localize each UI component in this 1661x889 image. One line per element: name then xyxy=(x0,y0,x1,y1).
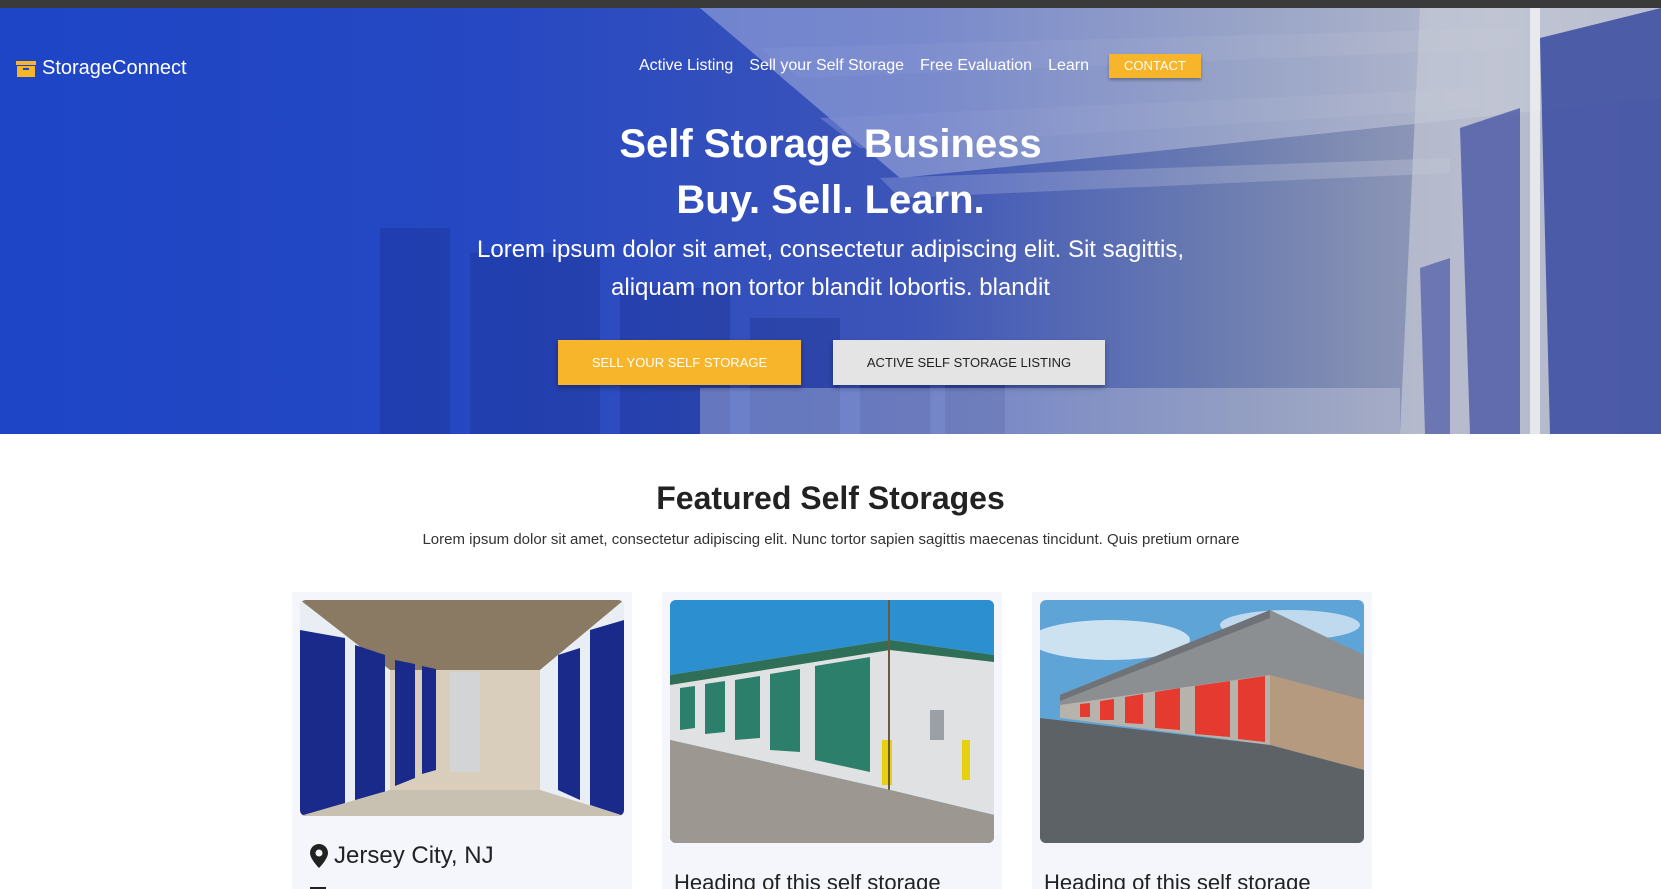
storage-card[interactable]: Heading of this self storage xyxy=(662,592,1002,889)
nav-item-active-listing[interactable]: Active Listing xyxy=(639,54,733,78)
hero-title-line2: Buy. Sell. Learn. xyxy=(676,178,985,222)
featured-description: Lorem ipsum dolor sit amet, consectetur … xyxy=(422,531,1240,548)
sell-storage-button[interactable]: SELL YOUR SELF STORAGE xyxy=(558,340,801,385)
brand-name: StorageConnect xyxy=(42,57,187,79)
active-listing-button[interactable]: ACTIVE SELF STORAGE LISTING xyxy=(833,340,1105,385)
storage-card-location-text: Jersey City, NJ xyxy=(334,842,494,869)
hero-section: StorageConnect Active Listing Sell your … xyxy=(0,8,1661,434)
hero-subtitle: Lorem ipsum dolor sit amet, consectetur … xyxy=(477,236,1184,301)
storage-card-image xyxy=(670,600,994,843)
contact-button[interactable]: CONTACT xyxy=(1109,54,1201,78)
storage-card-heading: Heading of this self storage xyxy=(1044,870,1311,889)
storage-card-image xyxy=(300,600,624,816)
browser-top-bar xyxy=(0,0,1661,8)
storage-card-heading: Heading of this self storage xyxy=(674,870,941,889)
brand-logo[interactable]: StorageConnect xyxy=(16,57,187,80)
featured-title: Featured Self Storages xyxy=(656,480,1005,516)
storage-card-location: Jersey City, NJ xyxy=(310,842,494,870)
storage-card[interactable]: Heading of this self storage xyxy=(1032,592,1372,889)
hero-title: Self Storage Business Buy. Sell. Learn. xyxy=(0,116,1661,228)
box-icon xyxy=(16,60,36,77)
nav-item-free-evaluation[interactable]: Free Evaluation xyxy=(920,54,1032,78)
hero-title-line1: Self Storage Business xyxy=(619,122,1042,166)
storage-card-image xyxy=(1040,600,1364,843)
main-nav: Active Listing Sell your Self Storage Fr… xyxy=(639,54,1201,78)
nav-item-learn[interactable]: Learn xyxy=(1048,54,1089,78)
map-pin-icon xyxy=(310,844,328,868)
nav-item-sell[interactable]: Sell your Self Storage xyxy=(749,54,904,78)
storage-card[interactable]: Jersey City, NJ xyxy=(292,592,632,889)
